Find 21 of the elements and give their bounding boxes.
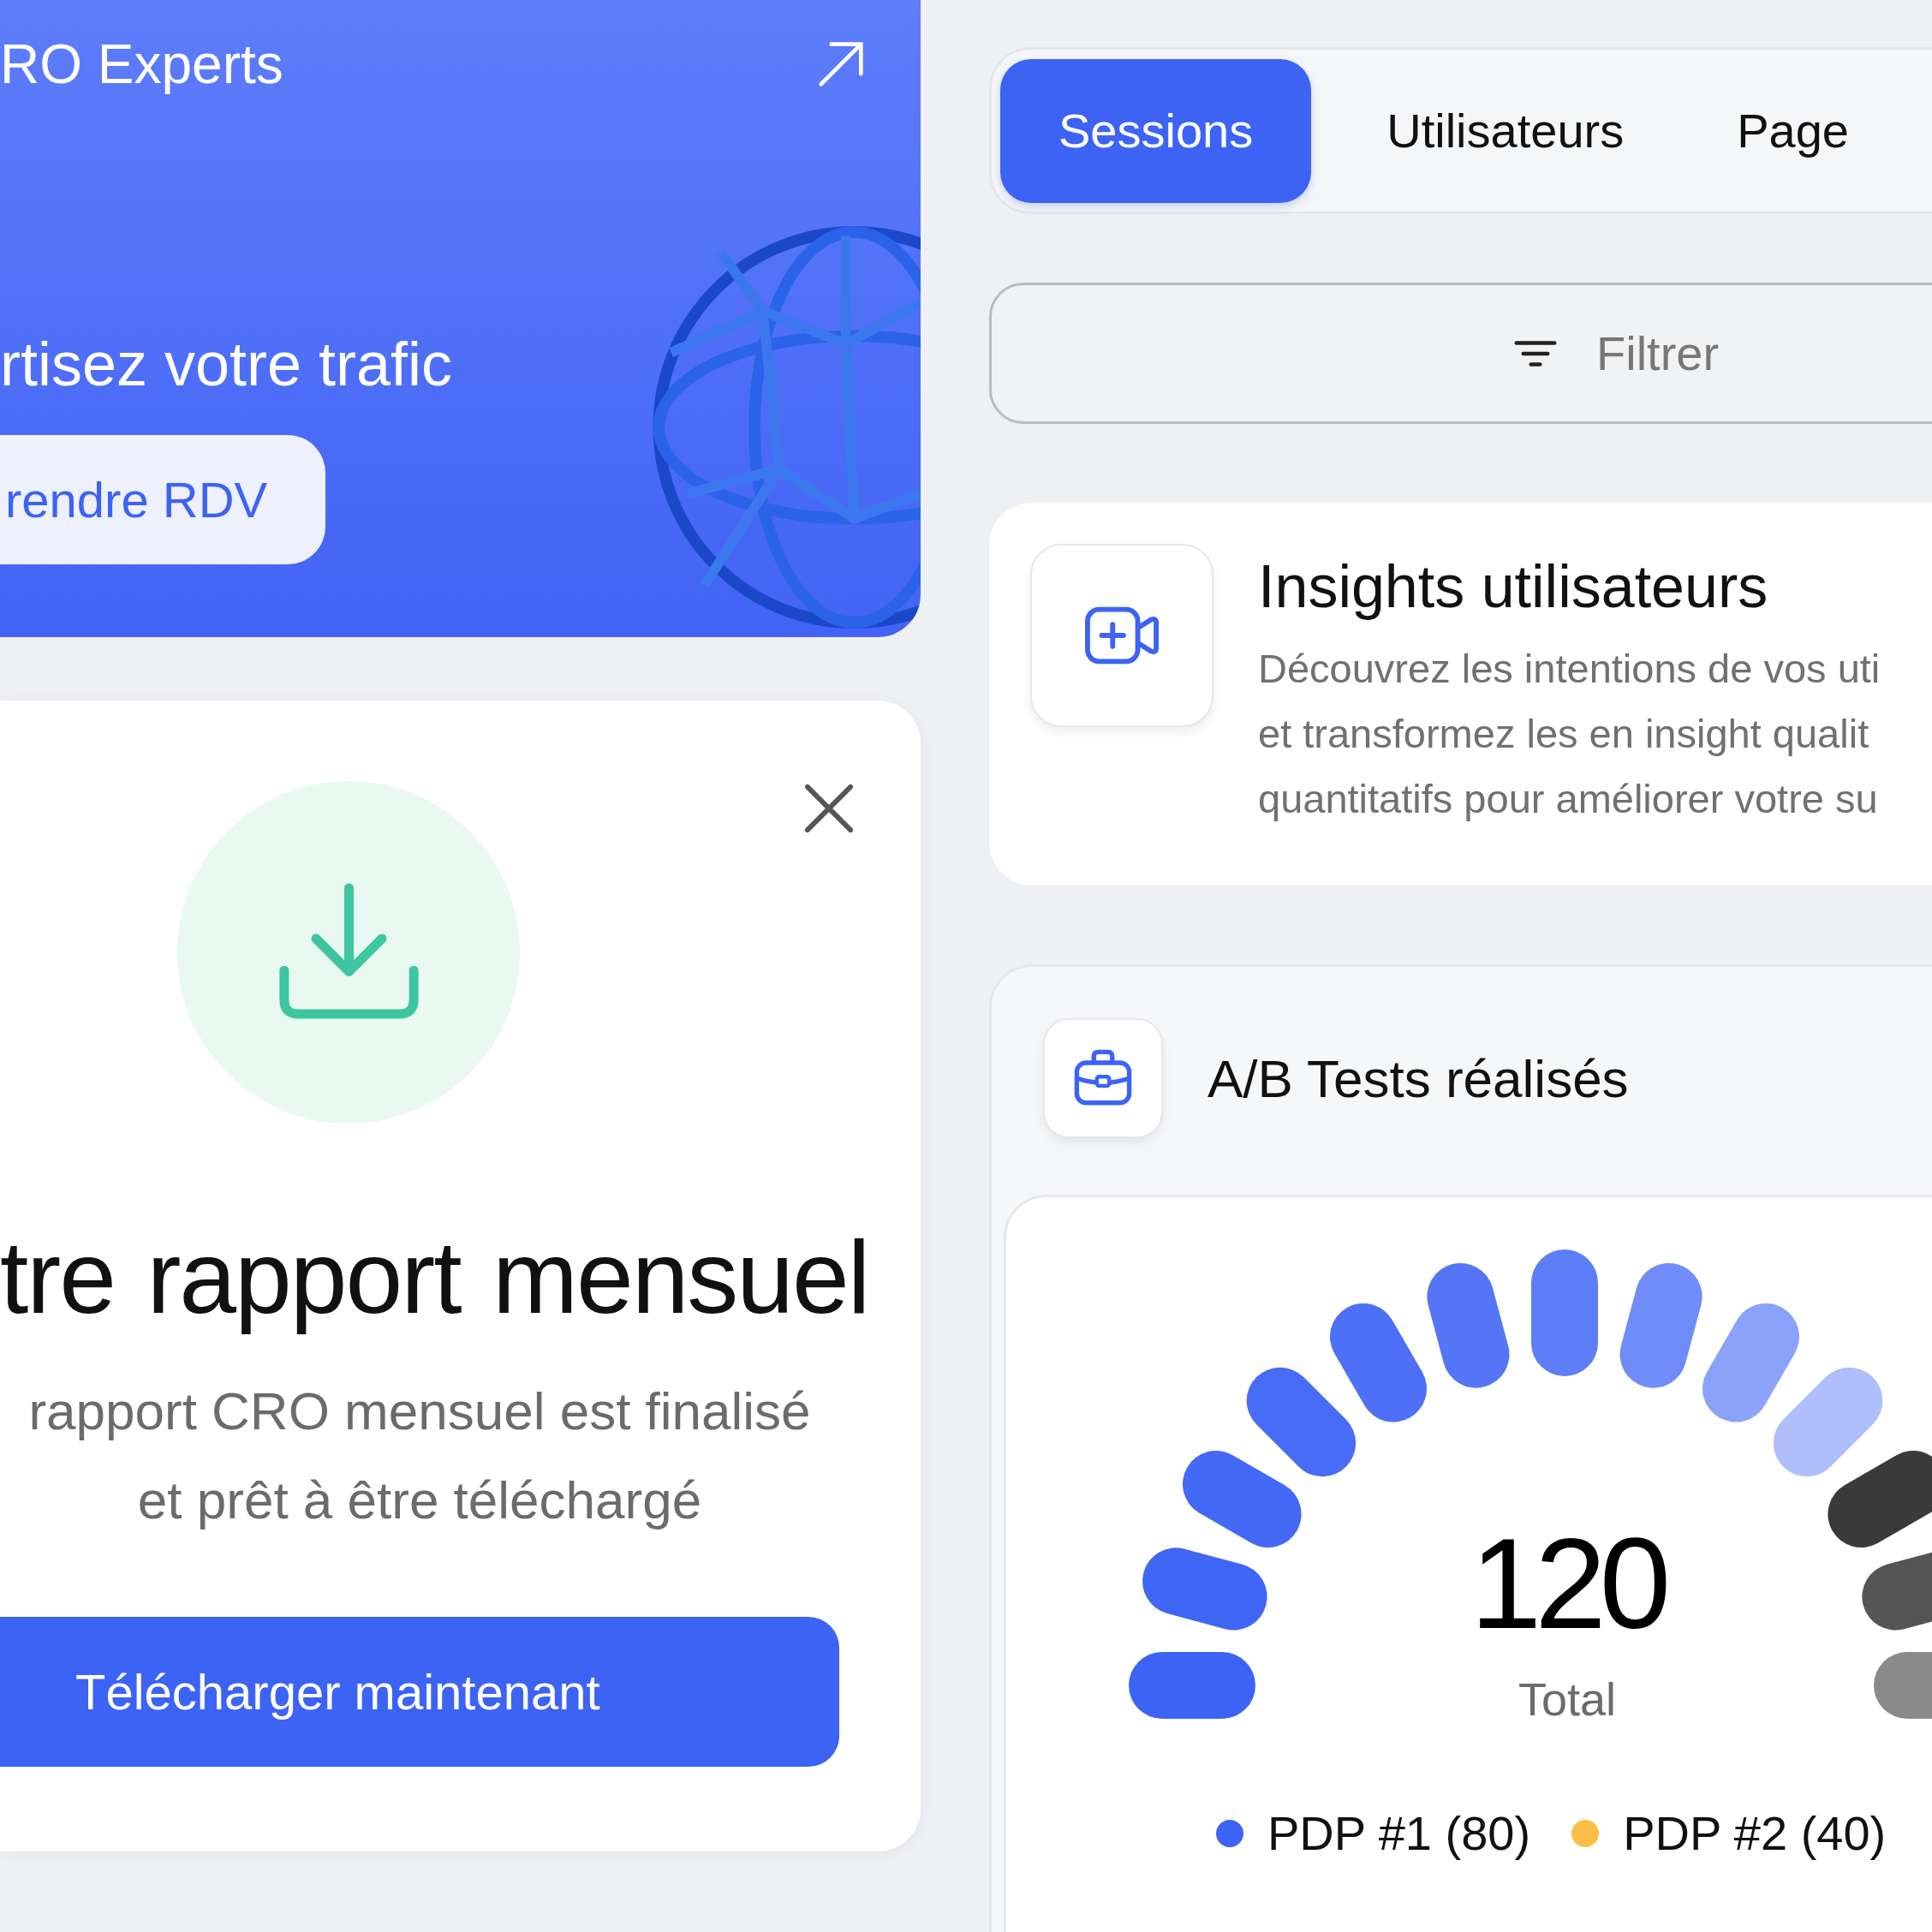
download-button[interactable]: Télécharger maintenant: [0, 1617, 839, 1767]
filter-icon: [1514, 338, 1557, 368]
close-icon[interactable]: [804, 784, 854, 833]
legend-label: PDP #2 (40): [1623, 1805, 1887, 1861]
appointment-button[interactable]: rendre RDV: [0, 435, 326, 564]
tab[interactable]: Sessions: [1000, 58, 1312, 203]
total-label: Total: [1517, 1673, 1618, 1726]
filter-button[interactable]: Filtrer: [989, 283, 1932, 424]
insights-description: Découvrez les intentions de vos uti et transformez les en insight qualit quantitatifs pour améliorer votre su: [1258, 645, 1881, 823]
promo-headline: rtisez votre trafic: [0, 329, 453, 399]
report-title: tre rapport mensuel: [0, 1219, 869, 1336]
legend-label: PDP #1 (80): [1267, 1805, 1531, 1861]
video-add-icon: [1084, 605, 1160, 665]
report-message: rapport CRO mensuel est finalisé et prêt à être téléchargé: [27, 1380, 812, 1531]
insights-title: Insights utilisateurs: [1258, 552, 1769, 621]
promo-title: RO Experts: [0, 33, 283, 96]
ab-tests-title: A/B Tests réalisés: [1208, 1047, 1629, 1109]
arrow-icon[interactable]: [817, 40, 865, 88]
tab[interactable]: Page: [1680, 58, 1905, 203]
tab[interactable]: Utilisateurs: [1330, 58, 1681, 203]
total-value: 120: [1469, 1511, 1666, 1657]
